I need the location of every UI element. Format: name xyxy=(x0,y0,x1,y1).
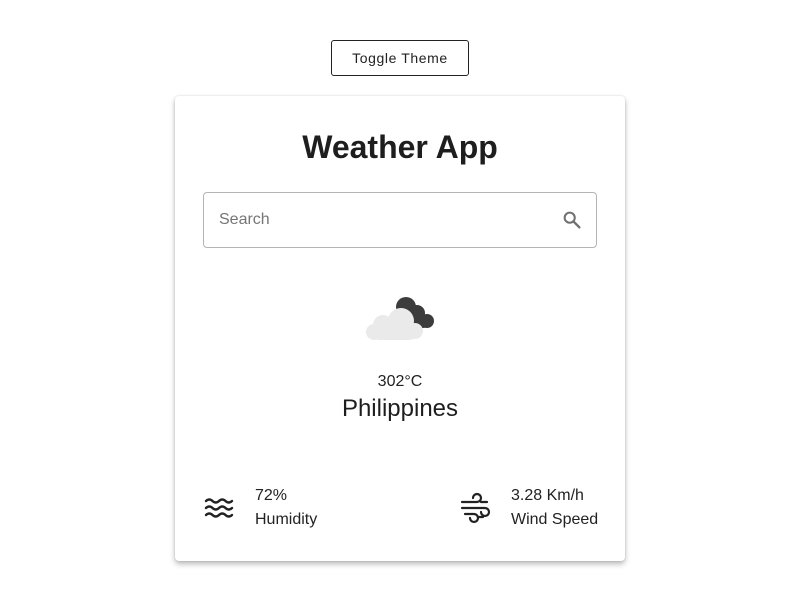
humidity-label: Humidity xyxy=(255,511,318,528)
search-box xyxy=(203,192,597,248)
humidity-stat: 72% Humidity xyxy=(203,484,317,532)
wind-icon xyxy=(460,492,491,524)
temperature: 302°C xyxy=(377,373,423,390)
humidity-value: 72% xyxy=(255,487,288,504)
search-icon xyxy=(563,211,581,229)
toggle-theme-button[interactable]: Toggle Theme xyxy=(331,40,469,76)
weather-card: Weather App Search 302°C Philippines 72%… xyxy=(175,96,625,561)
wind-speed-label: Wind Speed xyxy=(511,511,599,528)
cloudy-night-icon xyxy=(366,297,434,340)
search-input[interactable] xyxy=(204,193,544,247)
wind-stat: 3.28 Km/h Wind Speed xyxy=(459,484,598,532)
search-button[interactable] xyxy=(558,206,586,234)
wind-speed-value: 3.28 Km/h xyxy=(511,487,584,504)
app-title: Weather App xyxy=(302,129,498,165)
humidity-waves-icon xyxy=(204,498,234,518)
location-name: Philippines xyxy=(341,395,459,422)
page: Toggle Theme Weather App Search 302°C Ph… xyxy=(0,0,800,600)
